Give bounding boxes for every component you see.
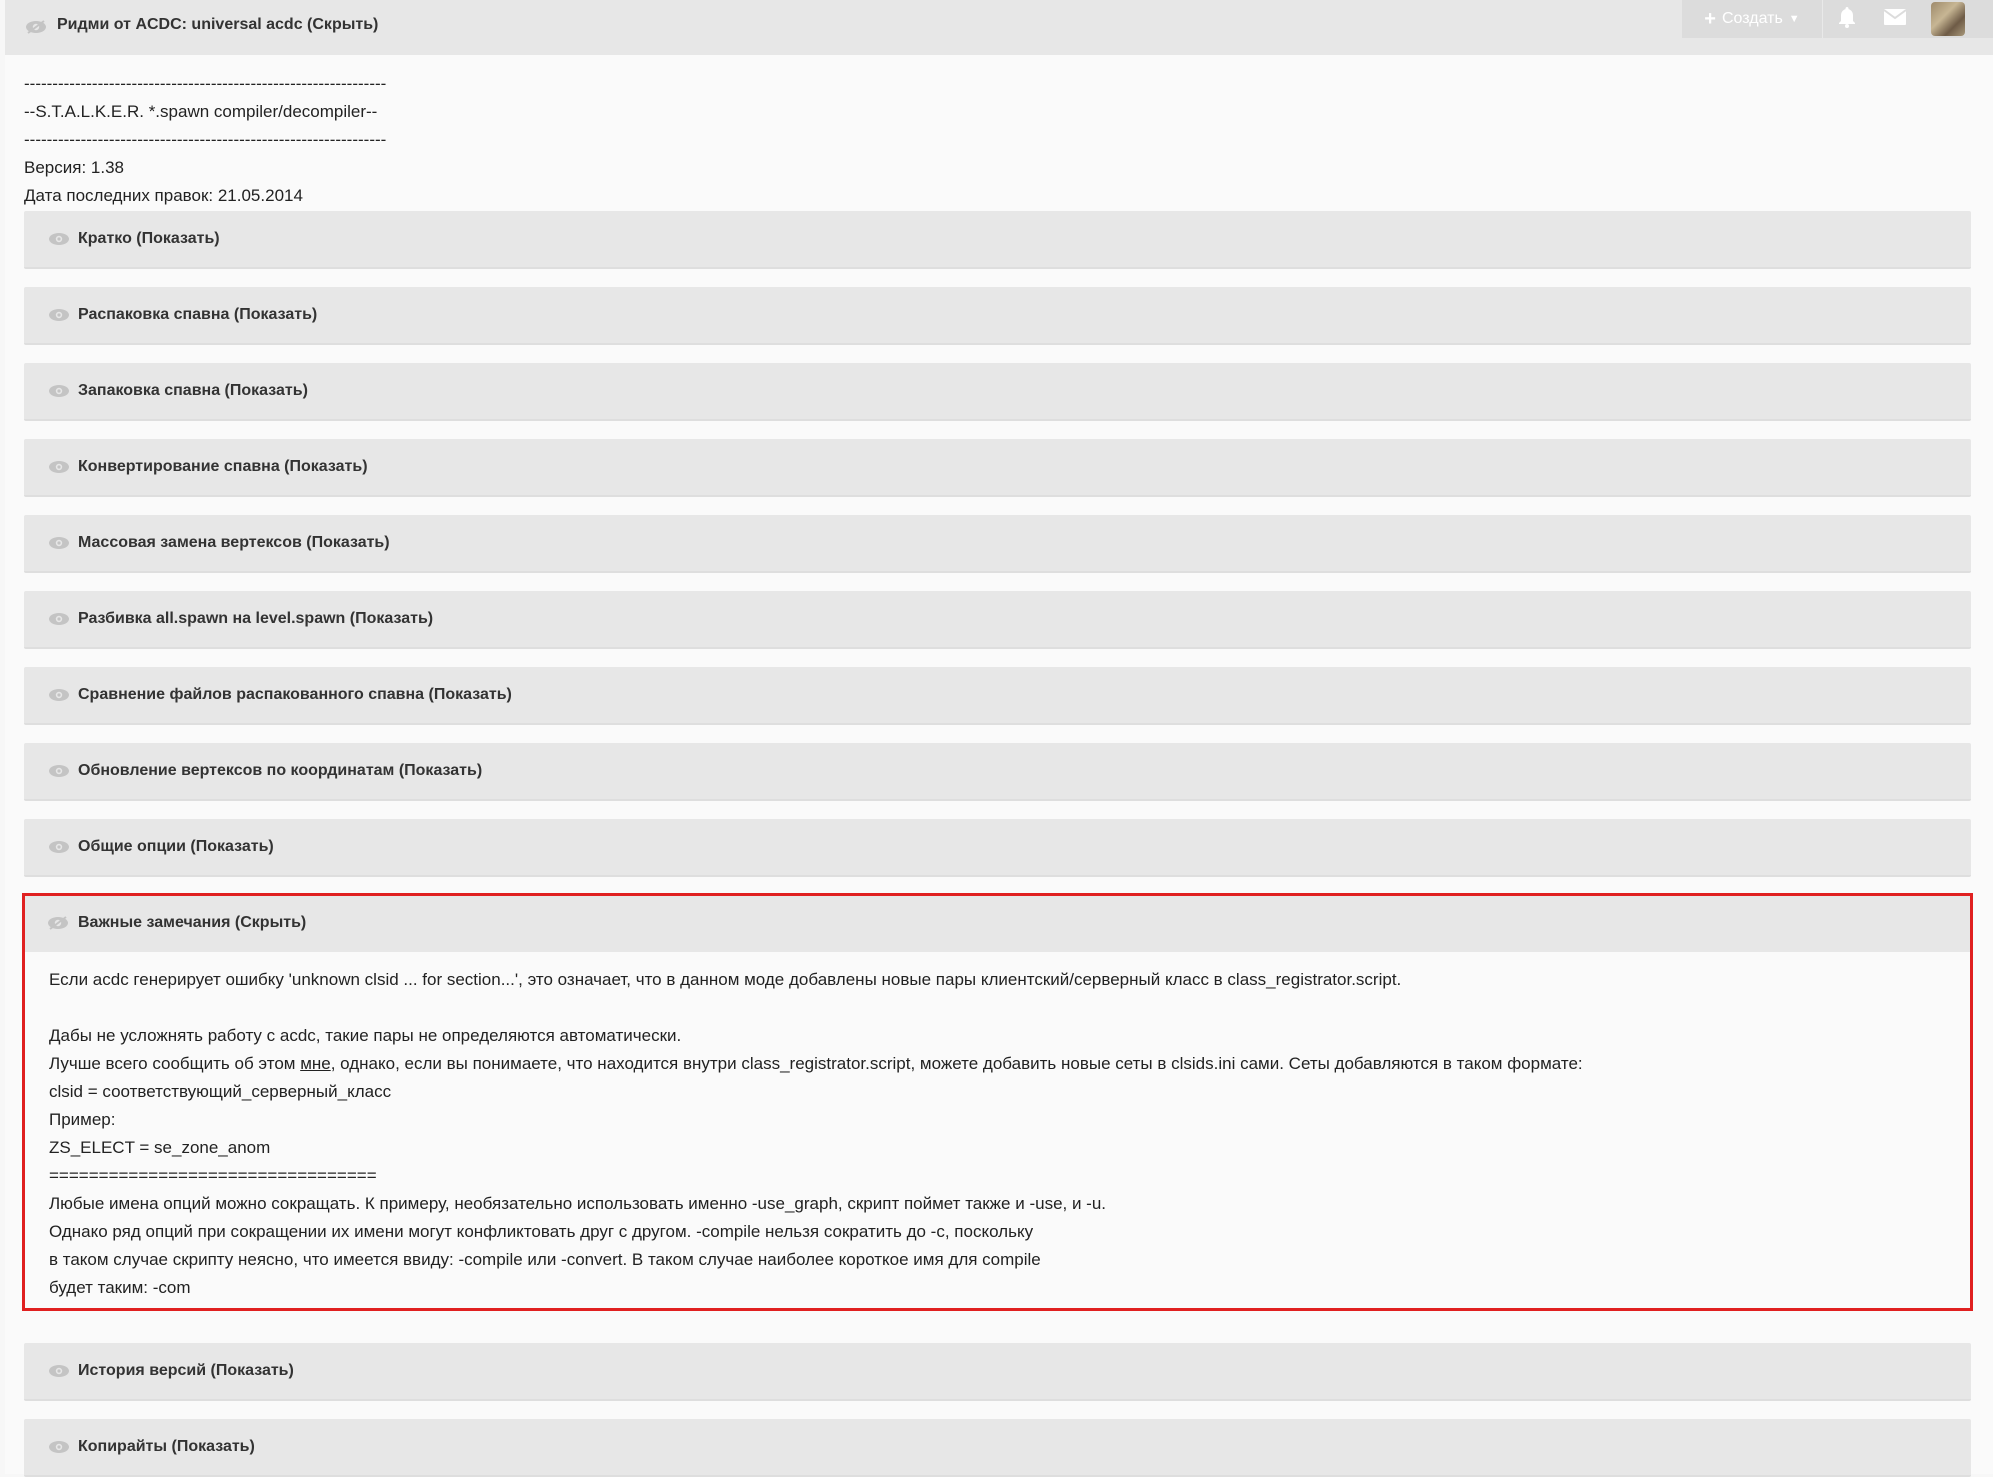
top-navbar: + Создать ▼: [1682, 0, 1993, 38]
spoiler-version-history[interactable]: История версий (Показать): [24, 1343, 1971, 1401]
eye-icon: [48, 612, 70, 626]
create-button[interactable]: + Создать ▼: [1682, 0, 1823, 38]
text-line: Пример:: [49, 1110, 116, 1129]
spoiler-label: Конвертирование спавна (Показать): [78, 458, 368, 475]
text-fragment: , однако, если вы понимаете, что находит…: [330, 1054, 1583, 1073]
spoiler-general-options[interactable]: Общие опции (Показать): [24, 819, 1971, 877]
spoiler-vertex-update[interactable]: Обновление вертексов по координатам (Пок…: [24, 743, 1971, 801]
caret-down-icon: ▼: [1788, 13, 1800, 25]
spoiler-label: История версий (Показать): [78, 1362, 294, 1379]
spoiler-split-spawn[interactable]: Разбивка all.spawn на level.spawn (Показ…: [24, 591, 1971, 649]
spoiler-label: Кратко (Показать): [78, 230, 220, 247]
eye-icon: [48, 764, 70, 778]
spoiler-label: Разбивка all.spawn на level.spawn (Показ…: [78, 610, 434, 627]
spoiler-label: Сравнение файлов распакованного спавна (…: [78, 686, 512, 703]
divider-line: ----------------------------------------…: [24, 130, 387, 149]
readme-spoiler-title: Ридми от ACDC: universal acdc (Скрыть): [57, 16, 379, 33]
text-line: =================================: [49, 1166, 377, 1185]
text-line: будет таким: -com: [49, 1278, 191, 1297]
spoiler-label: Запаковка спавна (Показать): [78, 382, 308, 399]
spoiler-label: Копирайты (Показать): [78, 1438, 255, 1455]
spoiler-label: Распаковка спавна (Показать): [78, 306, 318, 323]
eye-icon: [48, 460, 70, 474]
spoiler-label: Массовая замена вертексов (Показать): [78, 534, 390, 551]
eye-slash-icon: [47, 916, 69, 930]
create-label: Создать: [1721, 10, 1783, 27]
eye-icon: [48, 688, 70, 702]
spoiler-label: Обновление вертексов по координатам (Пок…: [78, 762, 483, 779]
text-line: Дабы не усложнять работу с acdc, такие п…: [49, 1026, 682, 1045]
avatar: [1931, 2, 1965, 36]
user-menu[interactable]: [1919, 0, 1993, 38]
readme-intro: ----------------------------------------…: [24, 70, 386, 210]
spoiler-convert[interactable]: Конвертирование спавна (Показать): [24, 439, 1971, 497]
text-line: ZS_ELECT = se_zone_anom: [49, 1138, 271, 1157]
eye-icon: [48, 384, 70, 398]
divider-line: ----------------------------------------…: [24, 74, 387, 93]
text-line: в таком случае скрипту неясно, что имеет…: [49, 1250, 1041, 1269]
eye-icon: [48, 1440, 70, 1454]
text-line: Однако ряд опций при сокращении их имени…: [49, 1222, 1034, 1241]
spoiler-summary[interactable]: Кратко (Показать): [24, 211, 1971, 269]
eye-icon: [48, 308, 70, 322]
text-line: Если acdc генерирует ошибку 'unknown cls…: [49, 970, 1402, 989]
eye-icon: [48, 1364, 70, 1378]
spoiler-important-notes: Важные замечания (Скрыть) Если acdc гене…: [22, 893, 1973, 1311]
eye-icon: [48, 840, 70, 854]
spoiler-copyrights[interactable]: Копирайты (Показать): [24, 1419, 1971, 1477]
plus-icon: +: [1704, 7, 1716, 30]
text-line: clsid = соответствующий_серверный_класс: [49, 1082, 392, 1101]
envelope-icon: [1883, 8, 1907, 31]
author-link[interactable]: мне: [300, 1054, 331, 1073]
spoiler-header[interactable]: Важные замечания (Скрыть): [25, 896, 1970, 952]
text-line: Лучше всего сообщить об этом мне, однако…: [49, 1050, 1583, 1078]
eye-icon: [48, 232, 70, 246]
spoiler-content: Если acdc генерирует ошибку 'unknown cls…: [49, 966, 1583, 1302]
spoiler-label: Важные замечания (Скрыть): [78, 914, 307, 931]
spoiler-vertex-replace[interactable]: Массовая замена вертексов (Показать): [24, 515, 1971, 573]
text-fragment: Лучше всего сообщить об этом: [49, 1054, 301, 1073]
messages-button[interactable]: [1871, 0, 1919, 38]
spoiler-compare-files[interactable]: Сравнение файлов распакованного спавна (…: [24, 667, 1971, 725]
eye-slash-icon: [25, 20, 47, 34]
spoiler-unpack[interactable]: Распаковка спавна (Показать): [24, 287, 1971, 345]
bell-icon: [1837, 6, 1857, 33]
notifications-button[interactable]: [1823, 0, 1871, 38]
spoiler-pack[interactable]: Запаковка спавна (Показать): [24, 363, 1971, 421]
last-edit-date: Дата последних правок: 21.05.2014: [24, 186, 303, 205]
program-title: --S.T.A.L.K.E.R. *.spawn compiler/decomp…: [24, 102, 378, 121]
text-line: Любые имена опций можно сокращать. К при…: [49, 1194, 1107, 1213]
eye-icon: [48, 536, 70, 550]
spoiler-label: Общие опции (Показать): [78, 838, 274, 855]
version-text: Версия: 1.38: [24, 158, 124, 177]
